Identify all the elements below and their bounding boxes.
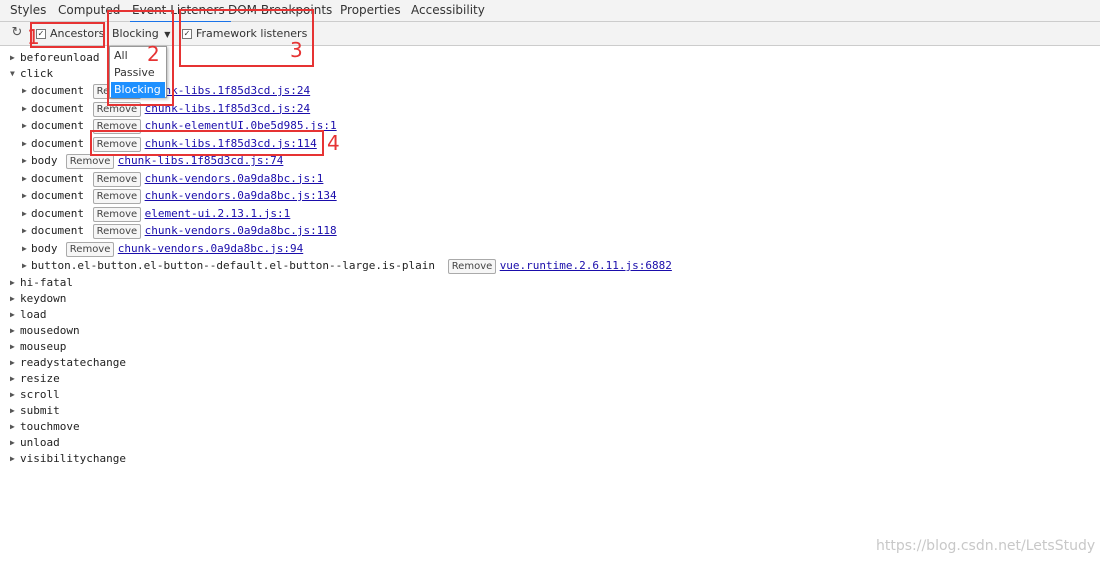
expand-right-icon[interactable]: ▶ <box>22 171 27 187</box>
listener-entry-row[interactable]: ▶ body Remove chunk-vendors.0a9da8bc.js:94 <box>0 241 1000 257</box>
listener-node: document <box>31 136 84 150</box>
event-name: visibilitychange <box>20 451 126 465</box>
expand-right-icon[interactable]: ▶ <box>10 291 15 307</box>
annotation-box-2 <box>107 10 174 106</box>
event-name: touchmove <box>20 419 80 433</box>
annotation-number-3: 3 <box>290 38 303 62</box>
event-name: scroll <box>20 387 60 401</box>
expand-right-icon[interactable]: ▶ <box>10 419 15 435</box>
event-group-row[interactable]: ▶ unload <box>0 435 700 451</box>
event-name: mousedown <box>20 323 80 337</box>
event-name: hi-fatal <box>20 275 73 289</box>
expand-right-icon[interactable]: ▶ <box>10 355 15 371</box>
expand-right-icon[interactable]: ▶ <box>22 206 27 222</box>
expand-right-icon[interactable]: ▶ <box>22 83 27 99</box>
source-link[interactable]: chunk-vendors.0a9da8bc.js:1 <box>145 171 324 187</box>
expand-down-icon[interactable]: ▼ <box>10 66 15 82</box>
event-name: mouseup <box>20 339 67 353</box>
tab-properties[interactable]: Properties <box>340 0 401 21</box>
event-group-row[interactable]: ▶ touchmove <box>0 419 700 435</box>
listener-node: document <box>31 101 84 115</box>
event-group-row[interactable]: ▶ hi-fatal <box>0 275 700 291</box>
expand-right-icon[interactable]: ▶ <box>10 339 15 355</box>
event-group-row[interactable]: ▶ resize <box>0 371 700 387</box>
listener-node: document <box>31 171 84 185</box>
source-link[interactable]: chunk-vendors.0a9da8bc.js:94 <box>118 241 303 257</box>
expand-right-icon[interactable]: ▶ <box>22 223 27 239</box>
listener-entry-row[interactable]: ▶ document Remove chunk-vendors.0a9da8bc.js… <box>0 188 1000 204</box>
refresh-icon[interactable]: ↻ <box>10 25 24 41</box>
listener-node: document <box>31 119 84 132</box>
expand-right-icon[interactable]: ▶ <box>22 258 27 274</box>
watermark-text: https://blog.csdn.net/LetsStudy <box>876 538 1096 554</box>
listener-node: document <box>31 206 84 220</box>
expand-right-icon[interactable]: ▶ <box>10 403 15 419</box>
expand-right-icon[interactable]: ▶ <box>22 153 27 169</box>
listener-entry-row[interactable]: ▶ document Remove element-ui.2.13.1.js:1 <box>0 206 1000 222</box>
listener-entry-row[interactable]: ▶ document Remove chunk-vendors.0a9da8bc.js… <box>0 171 1000 187</box>
event-group-row[interactable]: ▶ mouseup <box>0 339 700 355</box>
listener-node: body <box>31 154 58 167</box>
event-name: readystatechange <box>20 355 126 369</box>
expand-right-icon[interactable]: ▶ <box>10 435 15 451</box>
annotation-box-1 <box>30 22 105 48</box>
remove-button[interactable]: Remove <box>65 241 115 257</box>
expand-right-icon[interactable]: ▶ <box>22 118 27 134</box>
event-name: click <box>20 67 54 80</box>
listener-entry-row[interactable]: ▶ document Remove chunk-vendors.0a9da8bc.js… <box>0 223 1000 239</box>
listener-entry-row[interactable]: ▶ button.el-button.el-button--default.el-… <box>0 258 1000 274</box>
source-link[interactable]: element-ui.2.13.1.js:1 <box>145 206 291 222</box>
event-group-row[interactable]: ▼ click <box>0 66 700 82</box>
listener-node: button.el-button.el-button--default.el-b… <box>31 259 435 272</box>
expand-right-icon[interactable]: ▶ <box>10 50 15 66</box>
tab-styles[interactable]: Styles <box>10 0 46 21</box>
expand-right-icon[interactable]: ▶ <box>10 451 15 467</box>
expand-right-icon[interactable]: ▶ <box>22 188 27 204</box>
event-name: resize <box>20 371 60 385</box>
event-group-row[interactable]: ▶ submit <box>0 403 700 419</box>
annotation-number-4: 4 <box>327 131 340 155</box>
event-name: submit <box>20 403 60 417</box>
source-link[interactable]: chunk-vendors.0a9da8bc.js:118 <box>145 223 337 239</box>
source-link[interactable]: vue.runtime.2.6.11.js:6882 <box>500 258 672 274</box>
tab-accessibility[interactable]: Accessibility <box>411 0 485 21</box>
remove-button[interactable]: Remove <box>92 206 142 222</box>
listener-node: document <box>31 224 84 237</box>
remove-button[interactable]: Remove <box>447 259 497 274</box>
event-group-row[interactable]: ▶ scroll <box>0 387 700 403</box>
event-name: beforeunload <box>20 51 100 64</box>
expand-right-icon[interactable]: ▶ <box>10 307 15 323</box>
expand-right-icon[interactable]: ▶ <box>22 101 27 117</box>
event-name: keydown <box>20 291 67 305</box>
source-link[interactable]: chunk-vendors.0a9da8bc.js:134 <box>145 188 337 204</box>
event-group-row[interactable]: ▶ readystatechange <box>0 355 700 371</box>
expand-right-icon[interactable]: ▶ <box>10 387 15 403</box>
remove-button[interactable]: Remove <box>92 224 142 239</box>
event-group-row[interactable]: ▶ keydown <box>0 291 700 307</box>
annotation-number-2: 2 <box>147 42 160 66</box>
annotation-number-1: 1 <box>27 25 40 49</box>
remove-button[interactable]: Remove <box>92 171 142 187</box>
event-group-row[interactable]: ▶ mousedown <box>0 323 700 339</box>
expand-right-icon[interactable]: ▶ <box>10 371 15 387</box>
remove-button[interactable]: Remove <box>65 154 115 169</box>
remove-button[interactable]: Remove <box>92 189 142 204</box>
listener-node: document <box>31 189 84 202</box>
expand-right-icon[interactable]: ▶ <box>10 275 15 291</box>
expand-right-icon[interactable]: ▶ <box>22 136 27 152</box>
event-group-row[interactable]: ▶ load <box>0 307 700 323</box>
annotation-box-4 <box>90 130 324 156</box>
event-name: load <box>20 307 47 321</box>
expand-right-icon[interactable]: ▶ <box>10 323 15 339</box>
listener-node: document <box>31 84 84 97</box>
event-name: unload <box>20 435 60 449</box>
event-group-row[interactable]: ▶ visibilitychange <box>0 451 700 467</box>
listener-node: body <box>31 241 58 255</box>
event-group-row[interactable]: ▶ beforeunload <box>0 50 700 66</box>
expand-right-icon[interactable]: ▶ <box>22 241 27 257</box>
